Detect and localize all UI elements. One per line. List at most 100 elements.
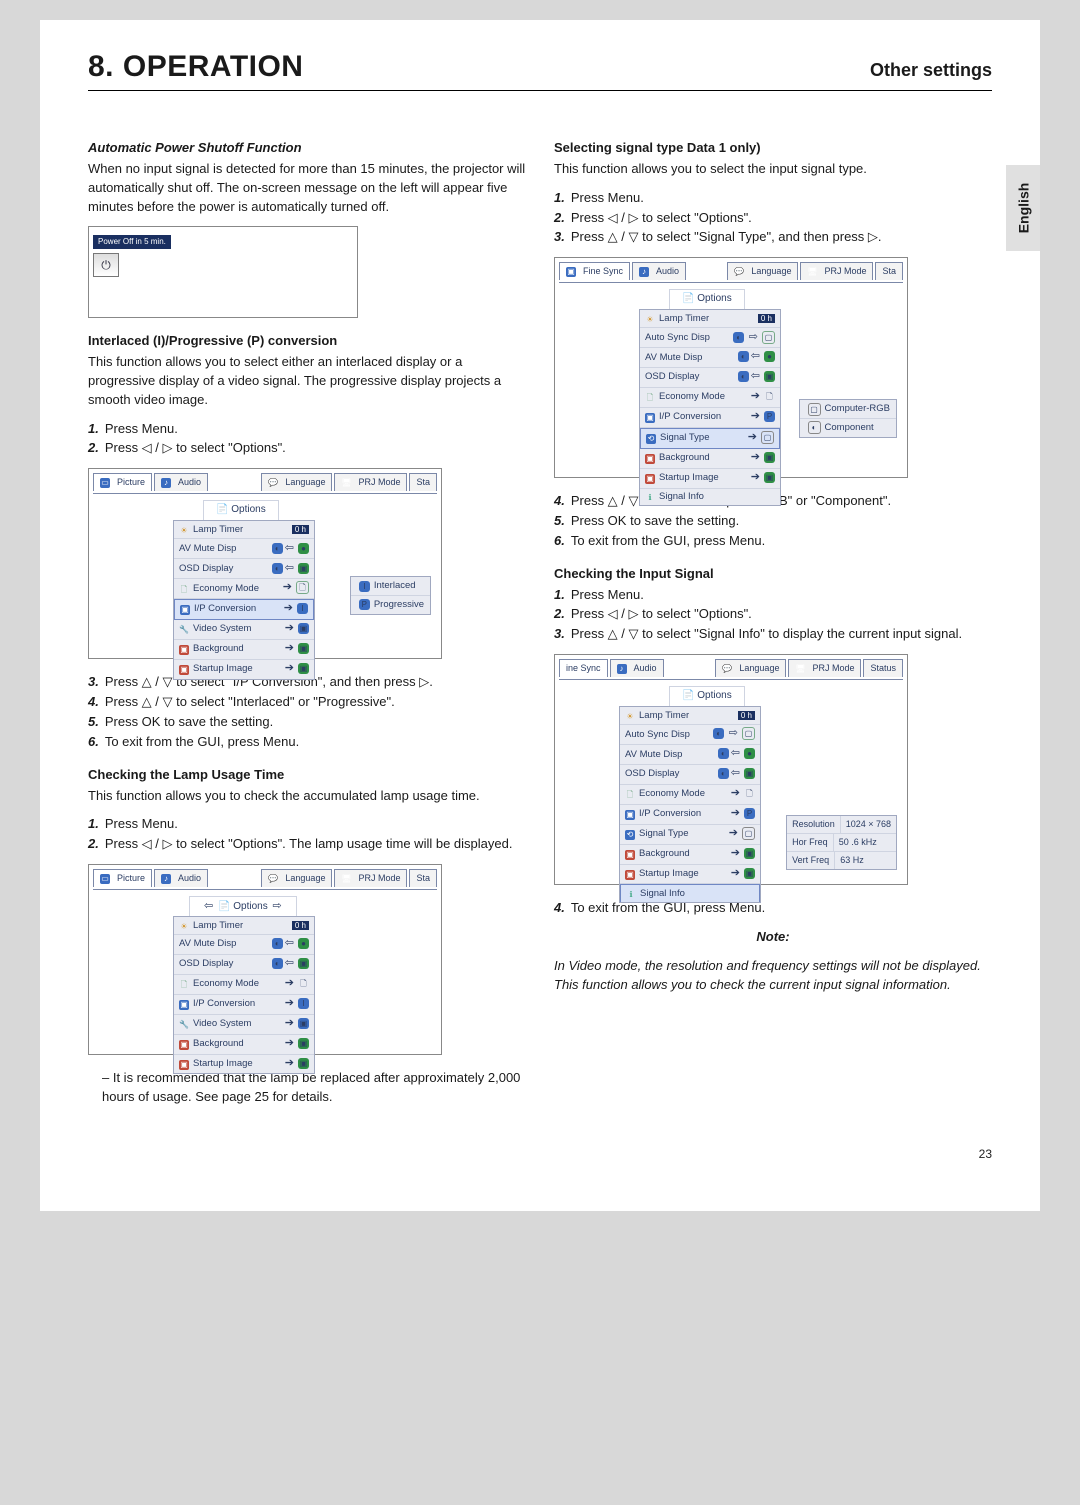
steps-ip-conversion-b: 3.Press △ / ▽ to select "I/P Conversion"… <box>88 673 526 751</box>
opt-label: OSD Display <box>179 563 233 574</box>
options-header-label: Options <box>231 504 265 515</box>
opt-label: Signal Type <box>639 828 688 839</box>
opt-label: Lamp Timer <box>659 313 709 324</box>
figure-power-off-message: Power Off in 5 min. ⏻ <box>88 226 358 318</box>
opt-label: Economy Mode <box>659 391 725 402</box>
opt-label: OSD Display <box>625 768 679 779</box>
opt-label: AV Mute Disp <box>645 352 702 363</box>
opt-label: Video System <box>193 1018 251 1029</box>
options-header-label: Options <box>697 293 731 304</box>
options-header: 📄 Options <box>203 500 279 521</box>
step-text: Press OK to save the setting. <box>571 513 739 528</box>
tab-label: Sta <box>416 872 430 885</box>
opt-label: Startup Image <box>193 663 253 674</box>
figure-options-signal-info: ine Sync ♪Audio 💬Language 🖥PRJ Mode Stat… <box>554 654 908 885</box>
tab-label: Fine Sync <box>583 265 623 278</box>
step-text: Press ◁ / ▷ to select "Options". <box>105 440 286 455</box>
popup-item: Interlaced <box>374 579 416 593</box>
tab-label: Language <box>285 872 325 885</box>
language-tab-label: English <box>1015 183 1031 234</box>
info-vert-freq: 63 Hz <box>835 852 869 869</box>
power-off-label: Power Off in 5 min. <box>93 235 171 250</box>
info-hor-freq: 50 .6 kHz <box>834 834 882 851</box>
heading-lamp-usage: Checking the Lamp Usage Time <box>88 766 526 785</box>
opt-label: Startup Image <box>659 472 719 483</box>
right-column: Selecting signal type Data 1 only) This … <box>554 125 992 1117</box>
tab-fine-sync: ▣Fine Sync <box>559 262 630 280</box>
lamp-hours: 0 h <box>292 921 309 930</box>
options-header: 📄 Options <box>669 686 745 707</box>
tab-label: Sta <box>882 265 896 278</box>
popup-item: Computer-RGB <box>825 402 890 416</box>
paragraph-signal-type: This function allows you to select the i… <box>554 160 992 179</box>
paragraph-auto-power-shutoff: When no input signal is detected for mor… <box>88 160 526 217</box>
options-list: ☀Lamp Timer0 h AV Mute Disp◐⇦● OSD Displ… <box>173 520 315 679</box>
opt-label: Video System <box>193 623 251 634</box>
popup-item: Component <box>825 421 874 435</box>
lamp-hours: 0 h <box>738 711 755 720</box>
tab-fine-sync-cut: ine Sync <box>559 659 608 677</box>
opt-label: I/P Conversion <box>193 998 255 1009</box>
step-text: Press ◁ / ▷ to select "Options". The lam… <box>105 836 513 851</box>
popup-item: Progressive <box>374 598 424 612</box>
info-resolution: 1024 × 768 <box>841 816 896 833</box>
tab-status: Status <box>863 659 903 677</box>
heading-input-signal: Checking the Input Signal <box>554 565 992 584</box>
opt-label: Background <box>193 643 244 654</box>
options-list: ☀Lamp Timer0 h Auto Sync Disp◐ ⇨▢ AV Mut… <box>619 706 761 903</box>
tab-status-cut: Sta <box>409 473 437 491</box>
menu-tabs: ine Sync ♪Audio 💬Language 🖥PRJ Mode Stat… <box>559 659 903 677</box>
tab-label: PRJ Mode <box>358 872 400 885</box>
options-list: ☀Lamp Timer0 h Auto Sync Disp◐ ⇨▢ AV Mut… <box>639 309 781 506</box>
figure-options-signal-type: ▣Fine Sync ♪Audio 💬Language 🖥PRJ Mode St… <box>554 257 908 478</box>
opt-label: Lamp Timer <box>193 920 243 931</box>
options-list: ☀Lamp Timer0 h AV Mute Disp◐⇦● OSD Displ… <box>173 916 315 1074</box>
step-text: Press △ / ▽ to select "Signal Info" to d… <box>571 626 962 641</box>
menu-tabs: ▣Fine Sync ♪Audio 💬Language 🖥PRJ Mode St… <box>559 262 903 280</box>
steps-signal-type-a: 1.Press Menu. 2.Press ◁ / ▷ to select "O… <box>554 189 992 248</box>
paragraph-ip-conversion: This function allows you to select eithe… <box>88 353 526 410</box>
opt-label: Lamp Timer <box>639 710 689 721</box>
page-sheet: 8. OPERATION Other settings English Auto… <box>40 20 1040 1211</box>
signal-info-table: Resolution1024 × 768 Hor Freq50 .6 kHz V… <box>786 815 897 870</box>
figure-options-lamp: ▭Picture ♪Audio 💬Language 🖥PRJ Mode Sta … <box>88 864 442 1055</box>
figure-options-ip: ▭Picture ♪Audio 💬Language 🖥PRJ Mode Sta … <box>88 468 442 659</box>
tab-language: 💬Language <box>261 473 332 491</box>
tab-audio: ♪Audio <box>154 473 208 491</box>
step-text: Press △ / ▽ to select "Signal Type", and… <box>571 229 882 244</box>
tab-label: Language <box>285 476 325 489</box>
options-header-label: Options <box>697 690 731 701</box>
opt-label: Startup Image <box>639 868 699 879</box>
lamp-hours: 0 h <box>758 314 775 323</box>
opt-label: I/P Conversion <box>194 603 256 614</box>
opt-label: Signal Info <box>659 491 704 502</box>
chapter-title: 8. OPERATION <box>88 50 303 84</box>
step-text: Press Menu. <box>571 587 644 602</box>
opt-label: OSD Display <box>179 958 233 969</box>
tab-language: 💬Language <box>261 869 332 887</box>
opt-label: AV Mute Disp <box>179 938 236 949</box>
tab-status-cut: Sta <box>875 262 903 280</box>
opt-label: I/P Conversion <box>659 411 721 422</box>
opt-label: Economy Mode <box>639 788 705 799</box>
opt-label: Auto Sync Disp <box>645 332 710 343</box>
opt-label: Background <box>193 1038 244 1049</box>
opt-label: Background <box>659 452 710 463</box>
power-off-icon: ⏻ <box>93 253 119 277</box>
tab-picture: ▭Picture <box>93 473 152 491</box>
tab-label: Picture <box>117 476 145 489</box>
paragraph-lamp-usage: This function allows you to check the ac… <box>88 787 526 806</box>
step-text: Press Menu. <box>105 816 178 831</box>
note-text: In Video mode, the resolution and freque… <box>554 957 992 995</box>
tab-picture: ▭Picture <box>93 869 152 887</box>
tab-label: Sta <box>416 476 430 489</box>
options-header: ⇦ 📄 Options ⇨ <box>189 896 297 918</box>
tab-audio: ♪Audio <box>632 262 686 280</box>
tab-label: PRJ Mode <box>824 265 866 278</box>
tab-language: 💬Language <box>727 262 798 280</box>
opt-label: OSD Display <box>645 371 699 382</box>
opt-label: Auto Sync Disp <box>625 729 690 740</box>
heading-ip-conversion: Interlaced (I)/Progressive (P) conversio… <box>88 332 526 351</box>
opt-label: Lamp Timer <box>193 524 243 535</box>
heading-auto-power-shutoff: Automatic Power Shutoff Function <box>88 139 526 158</box>
